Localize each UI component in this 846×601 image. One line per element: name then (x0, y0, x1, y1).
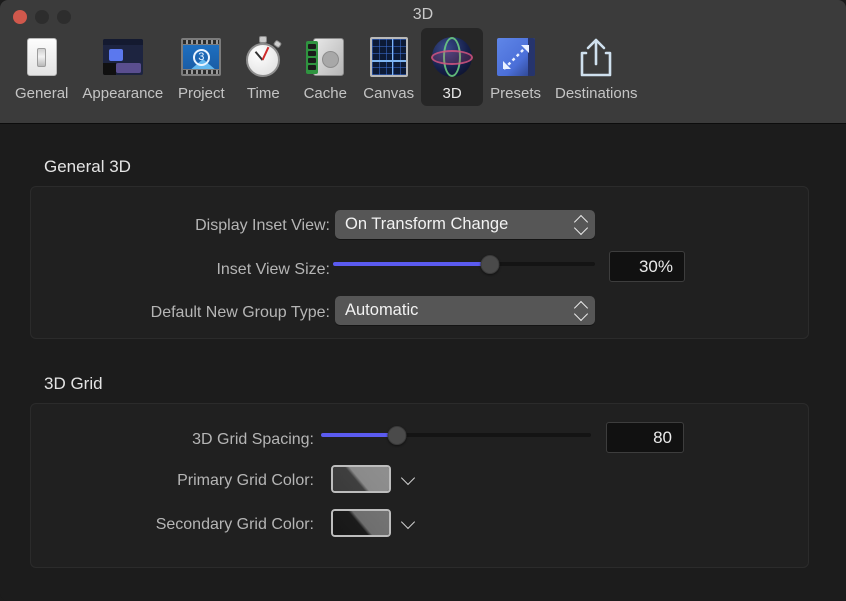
toolbar: General Appearance (0, 28, 846, 106)
slider-3d-grid-spacing[interactable] (321, 425, 591, 445)
slider-thumb[interactable] (481, 255, 500, 274)
general-switch-icon (18, 33, 66, 81)
toolbar-label-3d: 3D (443, 85, 462, 102)
color-well-secondary-grid-color[interactable] (331, 509, 391, 537)
destinations-share-icon (572, 33, 620, 81)
toolbar-item-presets[interactable]: Presets (483, 28, 548, 106)
slider-thumb[interactable] (387, 426, 406, 445)
preferences-content: General 3D Display Inset View: On Transf… (0, 124, 846, 601)
popup-value-default-new-group-type: Automatic (345, 301, 565, 320)
toolbar-item-appearance[interactable]: Appearance (75, 28, 170, 106)
slider-fill (333, 262, 490, 266)
chevron-down-icon[interactable] (402, 472, 416, 486)
group-box-general-3d: Display Inset View: On Transform Change … (30, 186, 809, 339)
presets-arrows-icon (492, 33, 540, 81)
label-default-new-group-type: Default New Group Type: (151, 304, 330, 322)
value-field-3d-grid-spacing[interactable]: 80 (606, 422, 684, 453)
label-inset-view-size: Inset View Size: (216, 261, 330, 279)
3d-sphere-icon (428, 33, 476, 81)
slider-inset-view-size[interactable] (333, 254, 595, 274)
toolbar-label-cache: Cache (304, 85, 347, 102)
toolbar-item-time[interactable]: Time (232, 28, 294, 106)
toolbar-item-canvas[interactable]: Canvas (356, 28, 421, 106)
label-3d-grid-spacing: 3D Grid Spacing: (192, 431, 314, 449)
toolbar-item-cache[interactable]: Cache (294, 28, 356, 106)
toolbar-label-appearance: Appearance (82, 85, 163, 102)
window-title: 3D (0, 6, 846, 24)
project-filmstrip-icon: 3 (177, 33, 225, 81)
color-well-primary-grid-color[interactable] (331, 465, 391, 493)
color-swatch-secondary (333, 511, 389, 535)
time-stopwatch-icon (239, 33, 287, 81)
toolbar-label-time: Time (247, 85, 280, 102)
section-title-general-3d: General 3D (44, 157, 131, 177)
label-display-inset-view: Display Inset View: (195, 217, 330, 235)
toolbar-label-project: Project (178, 85, 225, 102)
chevron-up-down-icon (575, 215, 587, 235)
popup-display-inset-view[interactable]: On Transform Change (335, 210, 595, 239)
toolbar-label-destinations: Destinations (555, 85, 638, 102)
toolbar-item-general[interactable]: General (8, 28, 75, 106)
canvas-grid-icon (365, 33, 413, 81)
cache-disk-ram-icon (301, 33, 349, 81)
section-title-3d-grid: 3D Grid (44, 374, 103, 394)
popup-default-new-group-type[interactable]: Automatic (335, 296, 595, 325)
chevron-up-down-icon (575, 301, 587, 321)
chevron-down-icon[interactable] (402, 516, 416, 530)
slider-fill (321, 433, 397, 437)
value-field-inset-view-size[interactable]: 30% (609, 251, 685, 282)
appearance-panels-icon (99, 33, 147, 81)
toolbar-item-destinations[interactable]: Destinations (548, 28, 645, 106)
toolbar-item-project[interactable]: 3 Project (170, 28, 232, 106)
group-box-3d-grid: 3D Grid Spacing: 80 Primary Grid Color: … (30, 403, 809, 568)
preferences-window: 3D General Appearanc (0, 0, 846, 601)
popup-value-display-inset-view: On Transform Change (345, 215, 565, 234)
toolbar-label-canvas: Canvas (363, 85, 414, 102)
toolbar-label-presets: Presets (490, 85, 541, 102)
color-swatch-primary (333, 467, 389, 491)
label-secondary-grid-color: Secondary Grid Color: (156, 516, 314, 534)
toolbar-label-general: General (15, 85, 68, 102)
titlebar-toolbar: 3D General Appearanc (0, 0, 846, 124)
toolbar-item-3d[interactable]: 3D (421, 28, 483, 106)
label-primary-grid-color: Primary Grid Color: (177, 472, 314, 490)
